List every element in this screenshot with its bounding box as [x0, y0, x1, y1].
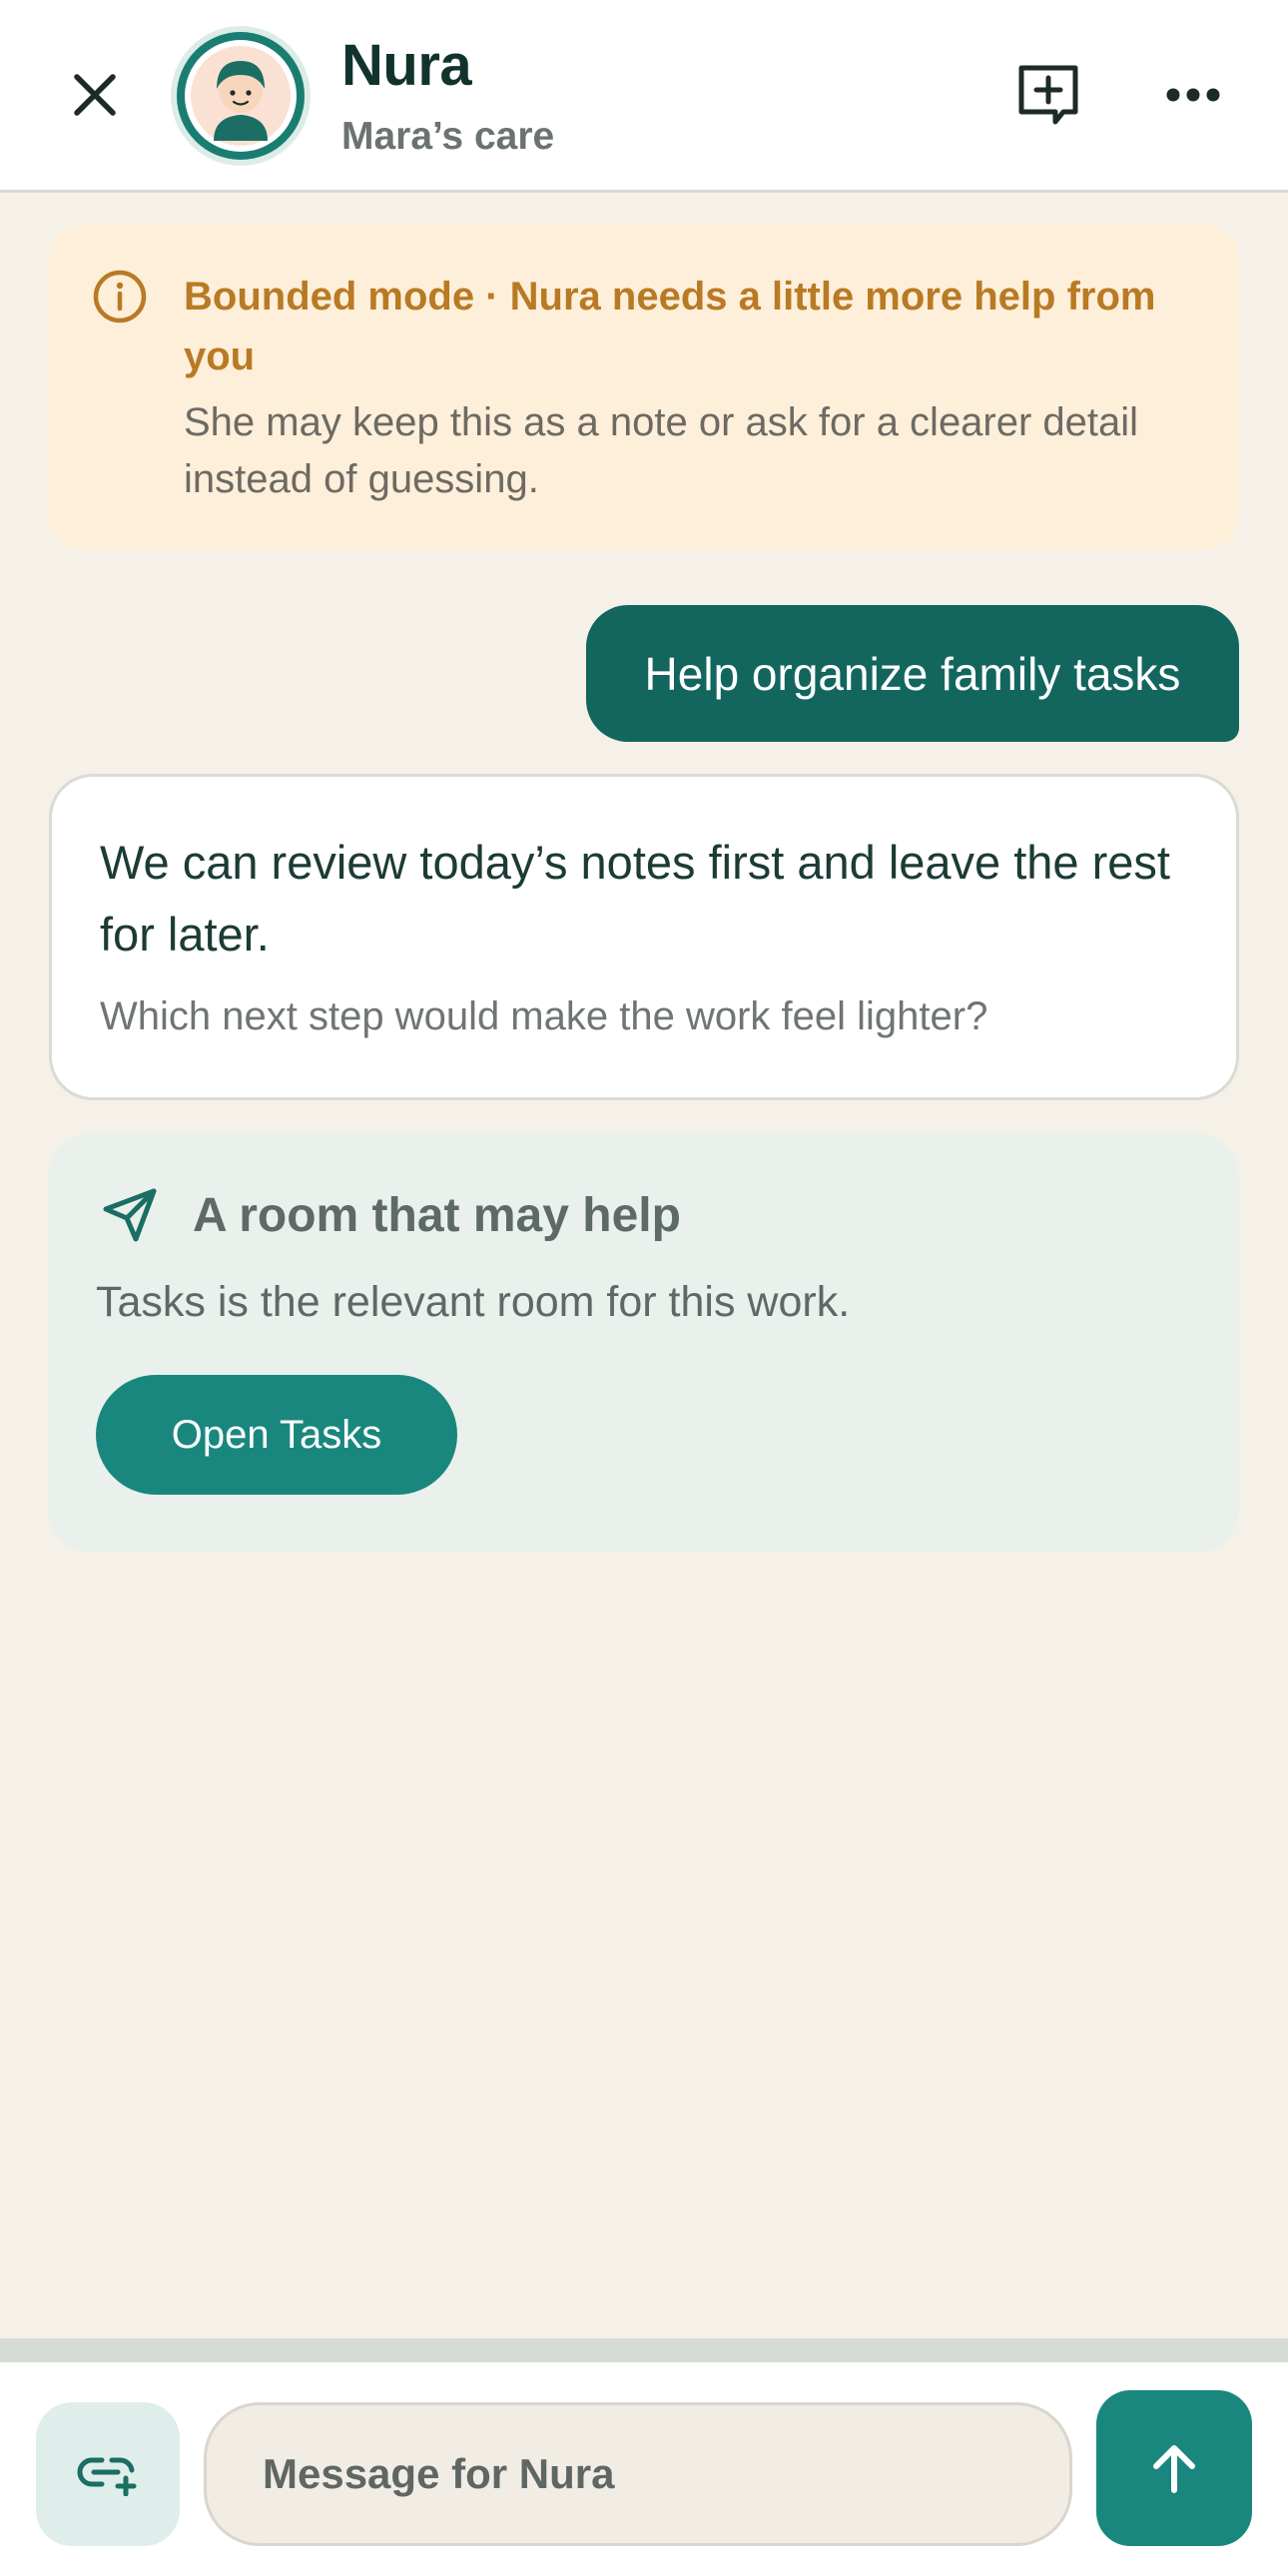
composer	[0, 2362, 1288, 2576]
avatar[interactable]	[170, 25, 312, 167]
close-button[interactable]	[55, 55, 135, 135]
message-input[interactable]	[204, 2402, 1072, 2546]
new-chat-button[interactable]	[1008, 55, 1088, 135]
close-icon	[74, 74, 116, 116]
bounded-mode-banner: Bounded mode · Nura needs a little more …	[48, 225, 1239, 550]
banner-title: Bounded mode · Nura needs a little more …	[184, 275, 1156, 378]
composer-divider	[0, 2338, 1288, 2362]
assistant-question: Which next step would make the work feel…	[100, 994, 988, 1038]
new-chat-icon	[1018, 65, 1078, 125]
room-suggestion-card: A room that may help Tasks is the releva…	[48, 1133, 1239, 1553]
navigation-arrow-icon	[103, 1188, 157, 1242]
info-icon	[93, 270, 147, 323]
assistant-message: We can review today’s notes first and le…	[100, 836, 1170, 961]
assistant-message-card: We can review today’s notes first and le…	[49, 774, 1239, 1100]
chat-screen: Nura Mara’s care Bounded mode · Nura nee…	[0, 0, 1288, 2576]
send-button[interactable]	[1096, 2390, 1252, 2546]
assistant-context: Mara’s care	[341, 115, 555, 158]
link-add-icon	[77, 2457, 137, 2496]
arrow-up-icon	[1153, 2445, 1195, 2493]
assistant-name: Nura	[341, 33, 472, 98]
user-message-bubble: Help organize family tasks	[586, 605, 1239, 742]
open-tasks-button[interactable]: Open Tasks	[96, 1375, 457, 1495]
room-title: A room that may help	[193, 1189, 681, 1242]
attach-link-button[interactable]	[36, 2402, 180, 2546]
more-icon	[1166, 88, 1220, 102]
banner-body: She may keep this as a note or ask for a…	[184, 400, 1139, 501]
more-options-button[interactable]	[1153, 55, 1233, 135]
header: Nura Mara’s care	[0, 0, 1288, 193]
room-description: Tasks is the relevant room for this work…	[96, 1278, 851, 1326]
